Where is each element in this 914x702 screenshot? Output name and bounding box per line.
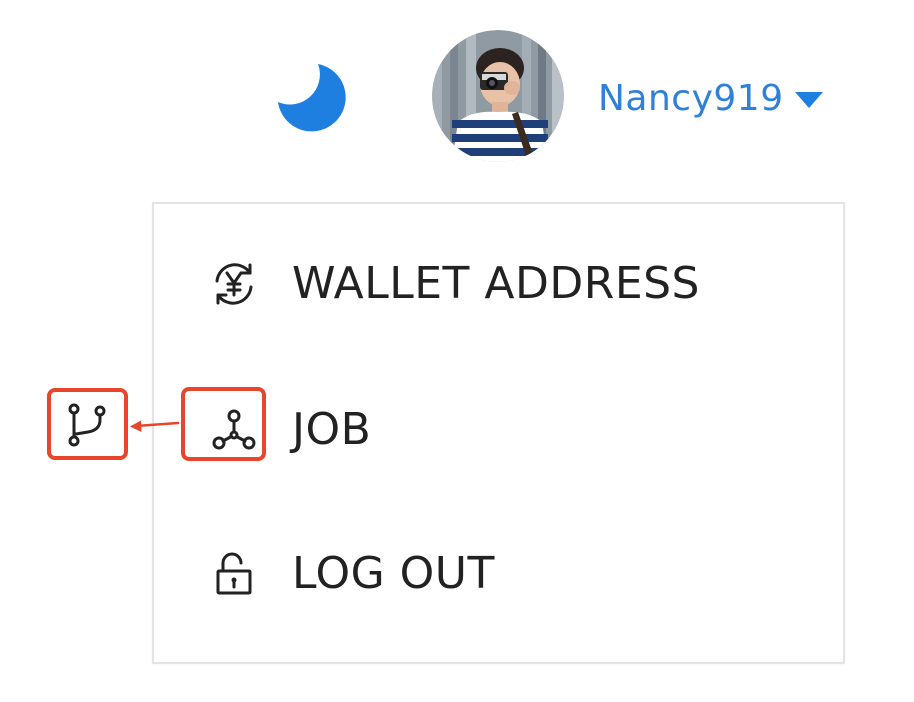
yen-exchange-icon — [206, 256, 262, 312]
theme-toggle-button[interactable] — [272, 56, 356, 140]
annotation-highlight-box — [181, 387, 266, 461]
git-branch-icon — [68, 403, 106, 447]
menu-item-log-out[interactable]: LOG OUT — [154, 534, 843, 614]
user-name: Nancy919 — [598, 78, 784, 119]
menu-item-label: WALLET ADDRESS — [292, 258, 700, 309]
unlock-icon — [206, 546, 262, 602]
user-menu-toggle[interactable]: Nancy919 — [598, 74, 824, 124]
page: Nancy919 WALLET ADDRESS JOB LOG OUT — [0, 0, 914, 702]
arrow-left-icon — [130, 420, 180, 432]
user-avatar-photo — [432, 30, 564, 162]
menu-item-wallet-address[interactable]: WALLET ADDRESS — [154, 244, 843, 324]
menu-item-label: JOB — [292, 404, 372, 455]
menu-item-label: LOG OUT — [292, 548, 495, 599]
caret-down-icon — [794, 92, 823, 108]
moon-icon — [278, 64, 346, 132]
avatar[interactable] — [432, 30, 564, 162]
